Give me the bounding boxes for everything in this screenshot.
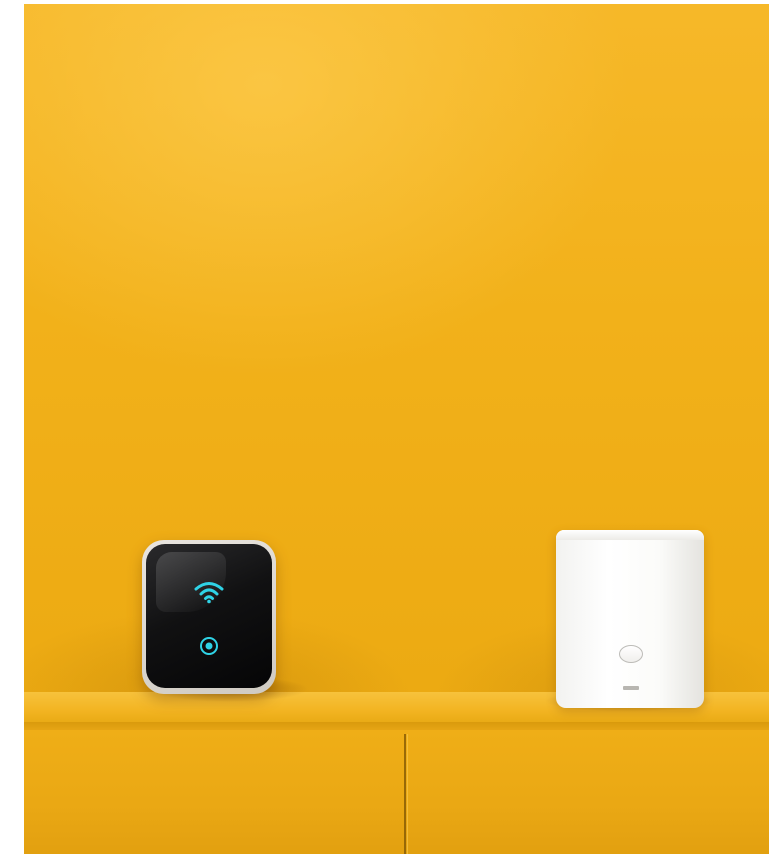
dark-router-device <box>142 540 276 694</box>
cabinet-door-seam-highlight <box>407 734 408 854</box>
white-device-button <box>619 645 643 663</box>
dark-device-screen <box>146 544 272 688</box>
wifi-icon <box>194 582 224 604</box>
cabinet-door-seam <box>404 734 406 854</box>
product-photo <box>24 4 769 854</box>
white-router-device <box>556 530 704 708</box>
white-device-top <box>556 530 704 540</box>
power-icon <box>200 637 218 655</box>
shelf-edge <box>24 722 769 730</box>
white-device-logo-mark <box>623 686 639 690</box>
shelf-cabinet-front <box>24 730 769 854</box>
